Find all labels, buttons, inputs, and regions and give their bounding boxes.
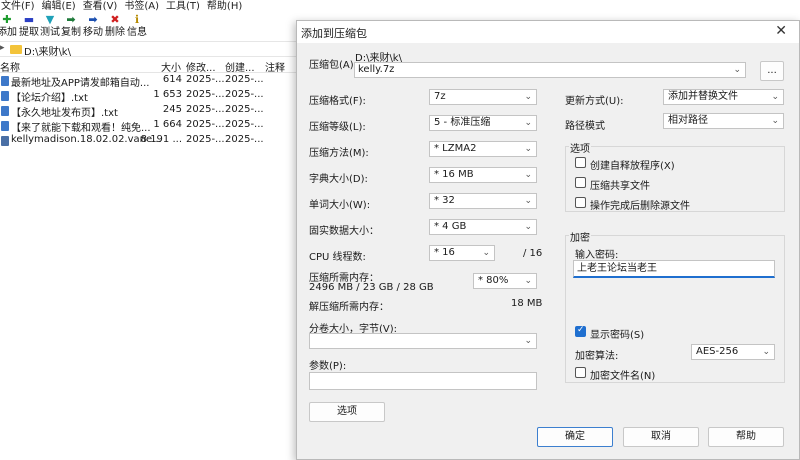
chevron-down-icon: ⌄ [524,118,532,128]
encryption-method-select[interactable]: AES-256 ⌄ [691,344,775,360]
format-select[interactable]: 7z ⌄ [429,89,537,105]
archive-label: 压缩包(A): [309,60,358,71]
menu-file[interactable]: 文件(F) [0,0,41,14]
parameters-label: 参数(P): [309,361,347,372]
solid-block-select[interactable]: * 4 GB ⌄ [429,219,537,235]
menu-edit[interactable]: 编辑(E) [41,0,82,14]
dialog-title: 添加到压缩包 [301,27,367,40]
show-password-checkbox[interactable] [575,325,586,337]
memory-percent-select[interactable]: * 80% ⌄ [473,273,537,289]
menu-bar: 文件(F) 编辑(E) 查看(V) 书签(A) 工具(T) 帮助(H) [0,0,300,14]
split-volume-select[interactable]: ⌄ [309,333,537,349]
chevron-down-icon: ⌄ [524,222,532,232]
cancel-button[interactable]: 取消 [623,427,699,447]
word-size-label: 单词大小(W): [309,200,371,211]
chevron-down-icon: ⌄ [482,248,490,258]
path-text[interactable]: D:\来财\k\ [24,43,71,58]
column-name[interactable]: 名称 [0,59,20,74]
menu-bookmarks[interactable]: 书签(A) [123,0,165,14]
file-row[interactable]: 【论坛介绍】.txt 1 653 2025-... 2025-... [0,88,300,104]
browse-button[interactable]: ... [760,61,784,81]
up-arrow-icon[interactable]: ▸ [0,43,5,53]
folder-icon [10,45,22,54]
menu-view[interactable]: 查看(V) [82,0,124,14]
path-bar[interactable]: ▸ D:\来财\k\ [0,41,300,58]
update-mode-label: 更新方式(U): [565,96,624,107]
update-mode-select[interactable]: 添加并替换文件 ⌄ [663,89,784,105]
threads-select[interactable]: * 16 ⌄ [429,245,495,261]
chevron-down-icon: ⌄ [762,347,770,357]
threads-max: / 16 [523,248,543,259]
menu-tools[interactable]: 工具(T) [165,0,206,14]
delete-after-label[interactable]: 操作完成后删除源文件 [590,197,690,212]
chevron-down-icon: ⌄ [771,116,779,126]
sfx-label[interactable]: 创建自释放程序(X) [590,157,675,172]
decompress-memory-label: 解压缩所需内存： [309,302,389,313]
info-button[interactable]: ℹ 信息 [124,14,150,40]
encrypt-names-label[interactable]: 加密文件名(N) [590,367,655,382]
chevron-down-icon: ⌄ [524,144,532,154]
options-button[interactable]: 选项 [309,402,385,422]
decompress-memory-value: 18 MB [511,298,543,309]
text-file-icon [1,91,9,101]
delete-after-checkbox[interactable] [575,197,586,208]
dictionary-label: 字典大小(D): [309,174,368,185]
ok-button[interactable]: 确定 [537,427,613,447]
file-list-header: 名称 大小 修改... 创建... 注释 [0,58,300,74]
options-group-title: 选项 [569,140,591,155]
password-label: 输入密码: [575,250,619,261]
text-file-icon [1,76,9,86]
show-password-label[interactable]: 显示密码(S) [590,326,644,341]
chevron-down-icon: ⌄ [771,92,779,102]
encrypt-names-checkbox[interactable] [575,367,586,378]
chevron-down-icon: ⌄ [524,276,532,286]
column-comment[interactable]: 注释 [265,59,285,74]
dialog-titlebar: 添加到压缩包 ✕ [297,21,799,43]
archive-file-icon [1,136,9,146]
column-created[interactable]: 创建... [225,59,255,74]
word-size-select[interactable]: * 32 ⌄ [429,193,537,209]
compress-memory-value: 2496 MB / 23 GB / 28 GB [309,282,434,293]
encryption-method-label: 加密算法: [575,351,619,362]
toolbar: ✚ 添加 ▬ 提取 ▼ 测试 ➡ 复制 ➡ 移动 ✖ 删除 ℹ 信息 [0,14,300,40]
method-select[interactable]: * LZMA2 ⌄ [429,141,537,157]
encryption-group-title: 加密 [569,229,591,244]
threads-label: CPU 线程数: [309,252,366,263]
path-mode-label: 路径模式 [565,121,605,132]
level-select[interactable]: 5 - 标准压缩 ⌄ [429,115,537,131]
archive-name-input[interactable]: kelly.7z ⌄ [354,62,746,78]
text-file-icon [1,121,9,131]
dictionary-select[interactable]: * 16 MB ⌄ [429,167,537,183]
text-file-icon [1,106,9,116]
close-icon[interactable]: ✕ [775,23,787,39]
file-row[interactable]: 【来了就能下载和观看！纯免... 1 664 2025-... 2025-... [0,118,300,134]
path-mode-select[interactable]: 相对路径 ⌄ [663,113,784,129]
chevron-down-icon: ⌄ [524,336,532,346]
file-row[interactable]: 【永久地址发布页】.txt 245 2025-... 2025-... [0,103,300,119]
format-label: 压缩格式(F): [309,96,366,107]
solid-block-label: 固实数据大小： [309,226,379,237]
chevron-down-icon: ⌄ [524,196,532,206]
add-to-archive-dialog: 添加到压缩包 ✕ 压缩包(A): D:\来财\k\ kelly.7z ⌄ ...… [296,20,800,460]
shared-files-checkbox[interactable] [575,177,586,188]
help-button[interactable]: 帮助 [708,427,784,447]
level-label: 压缩等级(L): [309,122,366,133]
method-label: 压缩方法(M): [309,148,369,159]
file-row[interactable]: 最新地址及APP请发邮箱自动... 614 2025-... 2025-... [0,73,300,89]
chevron-down-icon: ⌄ [524,170,532,180]
info-icon: ℹ [134,13,140,26]
file-row[interactable]: kellymadison.18.02.02.vane... 8 191 ... … [0,133,300,148]
menu-help[interactable]: 帮助(H) [206,0,248,14]
chevron-down-icon: ⌄ [524,92,532,102]
chevron-down-icon[interactable]: ⌄ [733,63,741,77]
sfx-checkbox[interactable] [575,157,586,168]
column-size[interactable]: 大小 [161,59,181,74]
shared-files-label[interactable]: 压缩共享文件 [590,177,650,192]
password-input[interactable]: 上老王论坛当老王 [573,260,775,278]
parameters-input[interactable] [309,372,537,390]
column-modified[interactable]: 修改... [186,59,216,74]
